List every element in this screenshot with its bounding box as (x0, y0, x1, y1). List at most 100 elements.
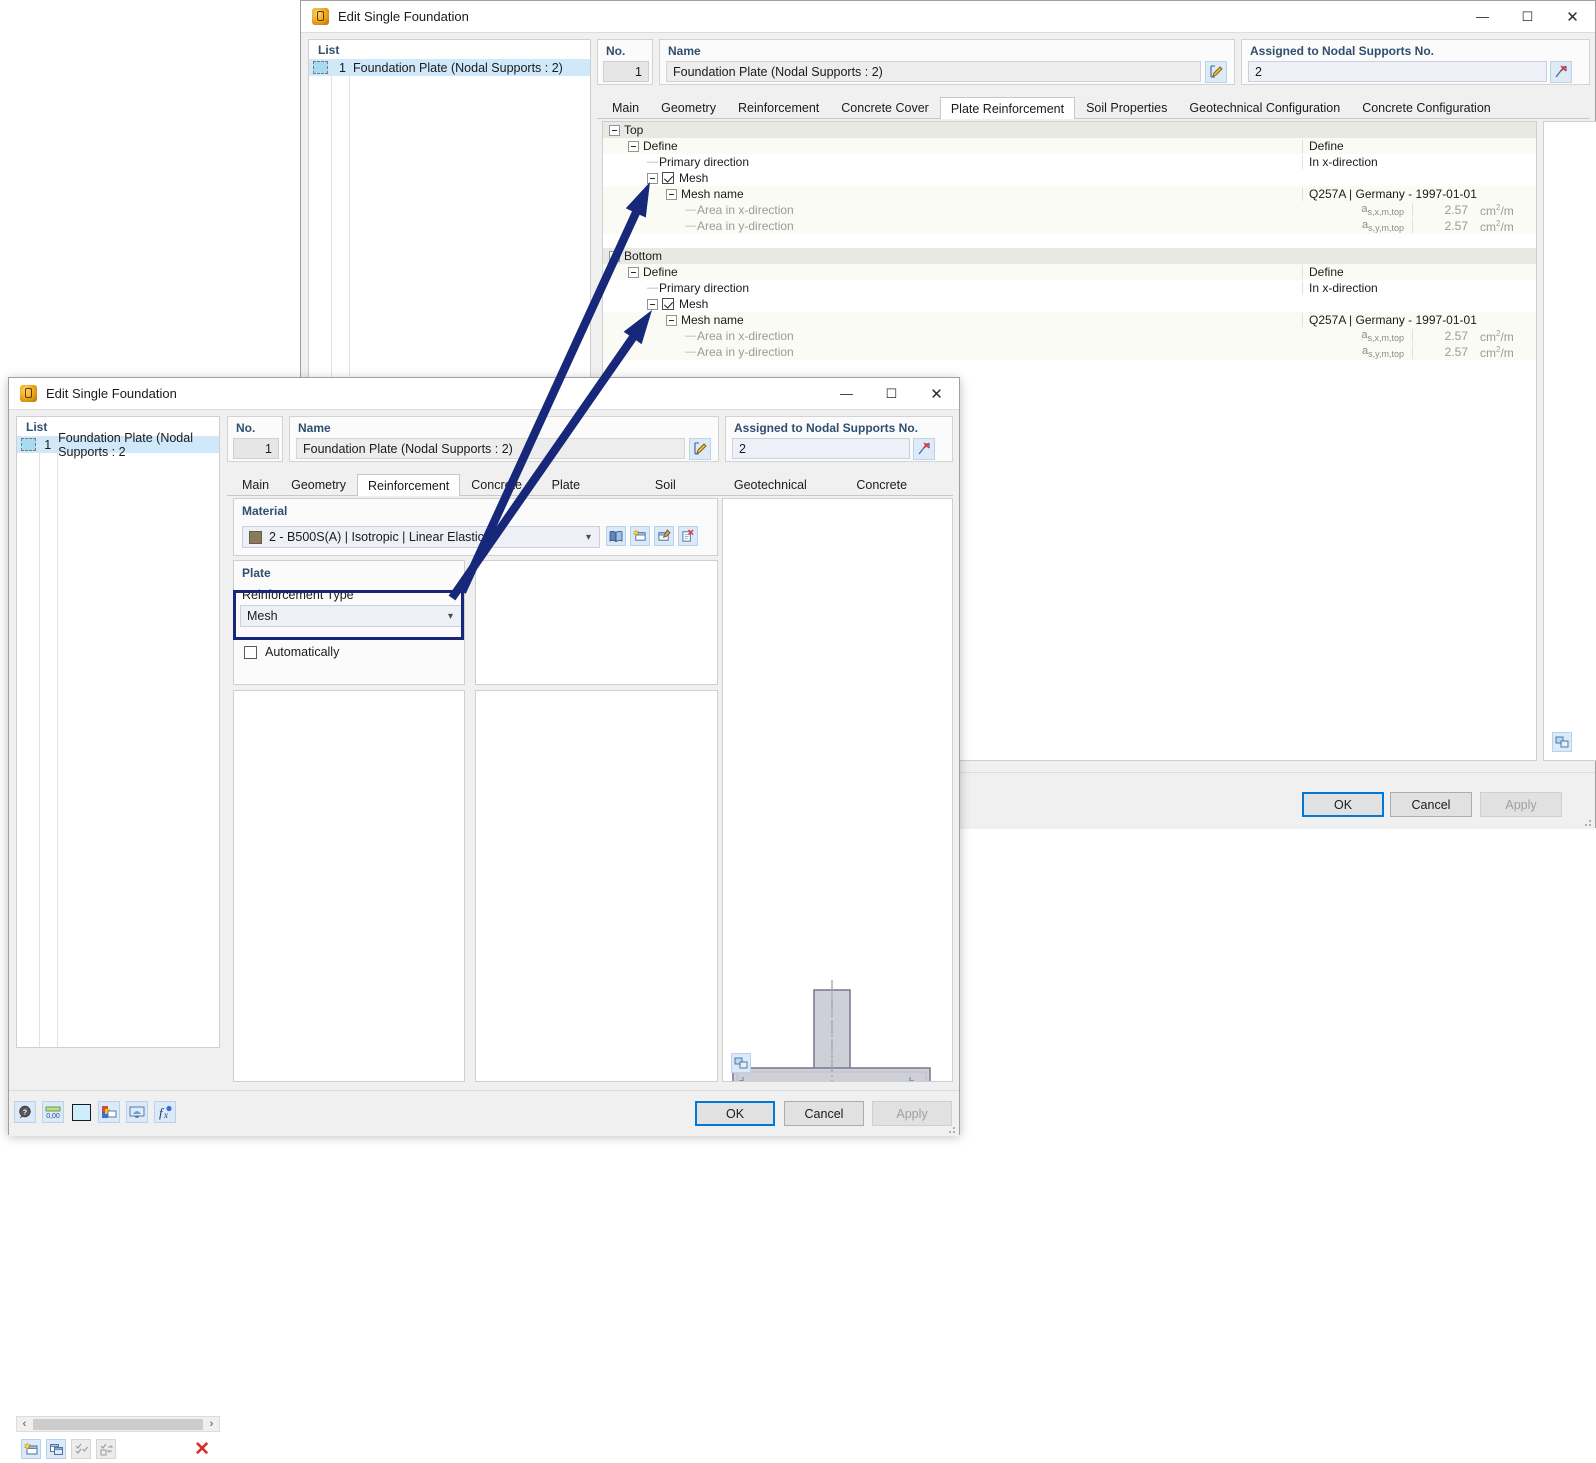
tree-row-mesh-name[interactable]: Mesh name Q257A | Germany - 1997-01-01 (603, 312, 1536, 328)
front-no-label: No. (236, 421, 256, 435)
tab-geotechnical-configuration[interactable]: Geotechnical Configuration (1178, 96, 1351, 118)
tab-main[interactable]: Main (231, 473, 280, 495)
close-icon[interactable]: ✕ (914, 378, 959, 409)
edit-pencil-icon[interactable] (689, 438, 711, 460)
maximize-icon[interactable]: ☐ (1505, 1, 1550, 32)
select-objects-icon[interactable] (1550, 61, 1572, 83)
lower-left-panel (233, 690, 465, 1082)
automatically-checkbox-row[interactable]: Automatically (244, 645, 339, 659)
render-settings-icon[interactable] (1552, 732, 1572, 752)
tree-row-area-in-x-direction[interactable]: — Area in x-direction as,x,m,top 2.57 cm2/m (603, 328, 1536, 344)
tree-row-mesh[interactable]: Mesh (603, 296, 1536, 312)
material-combobox[interactable]: 2 - B500S(A) | Isotropic | Linear Elasti… (242, 526, 600, 548)
copy-item-icon[interactable] (46, 1439, 66, 1459)
tree-row-label: Primary direction (659, 155, 750, 169)
minimize-icon[interactable]: — (1460, 1, 1505, 32)
tree-row-mesh-name[interactable]: Mesh name Q257A | Germany - 1997-01-01 (603, 186, 1536, 202)
tree-collapse-icon[interactable] (609, 250, 620, 262)
tab-concrete-cover[interactable]: Concrete Cover (460, 473, 540, 514)
select-objects-icon[interactable] (913, 438, 935, 460)
tree-row-mesh[interactable]: Mesh (603, 170, 1536, 186)
tree-row-define[interactable]: Define Define (603, 138, 1536, 154)
back-titlebar[interactable]: Edit Single Foundation — ☐ ✕ (301, 1, 1595, 33)
minimize-icon[interactable]: — (824, 378, 869, 409)
tab-geometry[interactable]: Geometry (280, 473, 357, 495)
tab-plate-reinforcement[interactable]: Plate Reinforcement (541, 473, 644, 514)
chevron-down-icon[interactable]: ▾ (586, 532, 595, 543)
tab-reinforcement[interactable]: Reinforcement (356, 474, 461, 496)
tab-soil-properties[interactable]: Soil Properties (1075, 96, 1178, 118)
maximize-icon[interactable]: ☐ (869, 378, 914, 409)
tree-branch-line: — (685, 346, 696, 358)
front-tabstrip[interactable]: Main Geometry Reinforcement Concrete Cov… (227, 473, 953, 514)
tree-collapse-icon[interactable] (666, 188, 677, 200)
front-list-hscrollbar[interactable]: ‹ › (16, 1416, 220, 1432)
formula-icon[interactable]: f x (154, 1101, 176, 1123)
display-properties-icon[interactable] (98, 1101, 120, 1123)
tree-row-bottom[interactable]: Bottom (603, 248, 1536, 264)
tab-reinforcement[interactable]: Reinforcement (727, 96, 830, 118)
scroll-left-icon[interactable]: ‹ (17, 1418, 32, 1430)
automatically-checkbox[interactable] (244, 645, 257, 659)
front-resize-grip[interactable] (946, 1124, 956, 1134)
reinforcement-type-highlight (233, 590, 464, 640)
front-name-label: Name (298, 421, 331, 435)
color-swatch-icon[interactable] (70, 1101, 92, 1123)
front-name-input[interactable]: Foundation Plate (Nodal Supports : 2) (296, 438, 685, 459)
back-assigned-input[interactable]: 2 (1248, 61, 1547, 82)
tree-collapse-icon[interactable] (628, 266, 639, 278)
tab-concrete-cover[interactable]: Concrete Cover (830, 96, 940, 118)
front-list-box[interactable]: List 1 Foundation Plate (Nodal Supports … (16, 416, 220, 1048)
tab-main[interactable]: Main (601, 96, 650, 118)
tree-branch-line: — (685, 220, 696, 232)
view-settings-icon[interactable] (126, 1101, 148, 1123)
back-name-input[interactable]: Foundation Plate (Nodal Supports : 2) (666, 61, 1201, 82)
back-tabstrip[interactable]: Main Geometry Reinforcement Concrete Cov… (597, 96, 1590, 119)
tree-row-area-in-y-direction[interactable]: — Area in y-direction as,y,m,top 2.57 cm2/m (603, 344, 1536, 360)
tree-row-area-in-x-direction[interactable]: — Area in x-direction as,x,m,top 2.57 cm2/m (603, 202, 1536, 218)
tree-row-primary-direction[interactable]: — Primary direction In x-direction (603, 154, 1536, 170)
tree-collapse-icon[interactable] (609, 124, 620, 136)
tab-concrete-configuration[interactable]: Concrete Configuration (1351, 96, 1502, 118)
render-settings-icon[interactable] (731, 1053, 751, 1073)
back-cancel-button[interactable]: Cancel (1390, 792, 1472, 817)
back-ok-button[interactable]: OK (1302, 792, 1384, 817)
back-list-item[interactable]: 1 Foundation Plate (Nodal Supports : 2) (309, 59, 590, 76)
tree-collapse-icon[interactable] (647, 172, 658, 184)
front-list-item[interactable]: 1 Foundation Plate (Nodal Supports : 2 (17, 431, 219, 459)
material-value: 2 - B500S(A) | Isotropic | Linear Elasti… (269, 530, 484, 544)
mesh-checkbox[interactable] (662, 298, 674, 310)
tree-row-define[interactable]: Define Define (603, 264, 1536, 280)
front-cancel-button[interactable]: Cancel (784, 1101, 864, 1126)
delete-material-icon[interactable] (678, 526, 698, 546)
tree-row-label: Mesh (679, 297, 709, 311)
tree-row-top[interactable]: Top (603, 122, 1536, 138)
tree-row-area-in-y-direction[interactable]: — Area in y-direction as,y,m,top 2.57 cm2/m (603, 218, 1536, 234)
edit-material-icon[interactable] (654, 526, 674, 546)
back-resize-grip[interactable] (1582, 817, 1592, 827)
tree-collapse-icon[interactable] (628, 140, 639, 152)
tab-geometry[interactable]: Geometry (650, 96, 727, 118)
scroll-thumb[interactable] (33, 1418, 203, 1430)
new-material-icon[interactable] (630, 526, 650, 546)
tab-geotechnical-configuration[interactable]: Geotechnical Configuration (723, 473, 845, 514)
tab-plate-reinforcement[interactable]: Plate Reinforcement (939, 97, 1076, 119)
new-item-icon[interactable] (21, 1439, 41, 1459)
front-titlebar[interactable]: Edit Single Foundation — ☐ ✕ (9, 378, 959, 410)
units-icon[interactable]: 0,00 (42, 1101, 64, 1123)
material-library-icon[interactable] (606, 526, 626, 546)
edit-pencil-icon[interactable] (1205, 61, 1227, 83)
tree-collapse-icon[interactable] (666, 314, 677, 326)
delete-item-icon[interactable]: ✕ (194, 1440, 210, 1459)
mesh-checkbox[interactable] (662, 172, 674, 184)
tab-soil-properties[interactable]: Soil Properties (644, 473, 723, 514)
front-ok-button[interactable]: OK (695, 1101, 775, 1126)
tab-concrete-configuration[interactable]: Concrete Configuration (845, 473, 953, 514)
tree-collapse-icon[interactable] (647, 298, 658, 310)
front-assigned-input[interactable]: 2 (732, 438, 910, 459)
tree-row-label: Define (643, 265, 678, 279)
tree-row-primary-direction[interactable]: — Primary direction In x-direction (603, 280, 1536, 296)
close-icon[interactable]: ✕ (1550, 1, 1595, 32)
scroll-right-icon[interactable]: › (204, 1418, 219, 1430)
help-icon[interactable]: ? (14, 1101, 36, 1123)
